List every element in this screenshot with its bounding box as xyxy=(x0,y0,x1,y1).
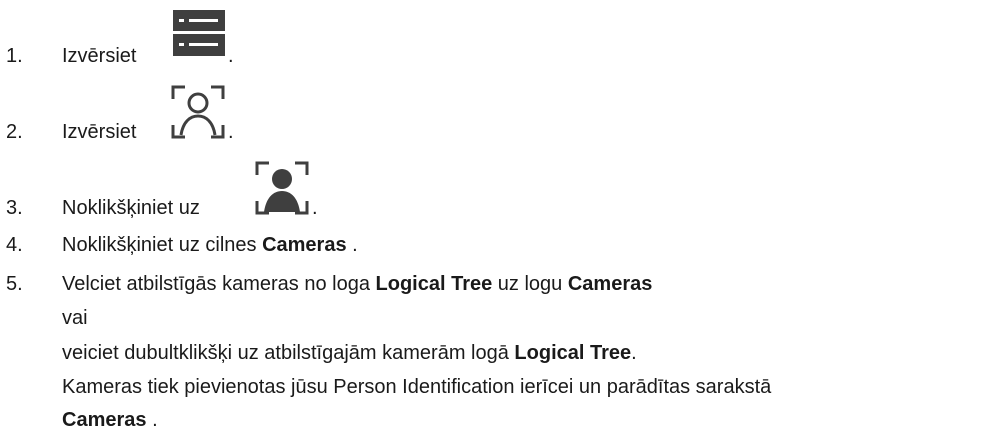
person-frame-filled-icon xyxy=(254,160,310,216)
step-3-text: Noklikšķiniet uz xyxy=(62,197,200,219)
step-4-text: Noklikšķiniet uz cilnes xyxy=(62,234,257,256)
step-2-text: Izvērsiet xyxy=(62,121,137,143)
step-3-number: 3. xyxy=(6,197,23,219)
step-5-line-3: veiciet dubultklikšķi uz atbilstīgajām k… xyxy=(62,341,637,365)
step-2-suffix: . xyxy=(228,121,234,143)
step-4-number: 4. xyxy=(6,234,23,256)
step-5-number: 5. xyxy=(6,273,23,295)
step-5-line-5: Cameras . xyxy=(62,408,158,432)
step-5-line-1: Velciet atbilstīgās kameras no loga Logi… xyxy=(62,272,652,296)
step-3-suffix: . xyxy=(312,197,318,219)
step-5-text-2: uz logu xyxy=(497,273,563,295)
step-1-suffix: . xyxy=(228,45,234,67)
cameras-window-label: Cameras xyxy=(567,273,653,295)
step-5-suffix-3: . xyxy=(631,342,637,364)
person-frame-outline-icon xyxy=(170,84,226,140)
step-5-line-2: vai xyxy=(62,307,88,329)
server-list-icon xyxy=(173,10,225,56)
step-5-suffix-5: . xyxy=(152,409,158,431)
step-4-suffix: . xyxy=(352,234,358,256)
step-5-text-1: Velciet atbilstīgās kameras no loga xyxy=(62,273,370,295)
cameras-tab-label: Cameras xyxy=(262,234,347,256)
logical-tree-label: Logical Tree xyxy=(375,273,493,295)
cameras-list-label: Cameras xyxy=(62,409,147,431)
step-1-number: 1. xyxy=(6,45,23,67)
step-1-text: Izvērsiet xyxy=(62,45,137,67)
step-5-line-4: Kameras tiek pievienotas jūsu Person Ide… xyxy=(62,376,772,398)
step-2-number: 2. xyxy=(6,121,23,143)
logical-tree-label-2: Logical Tree xyxy=(514,342,632,364)
step-5-text-3: veiciet dubultklikšķi uz atbilstīgajām k… xyxy=(62,342,509,364)
step-4-line: Noklikšķiniet uz cilnes Cameras . xyxy=(62,233,358,257)
